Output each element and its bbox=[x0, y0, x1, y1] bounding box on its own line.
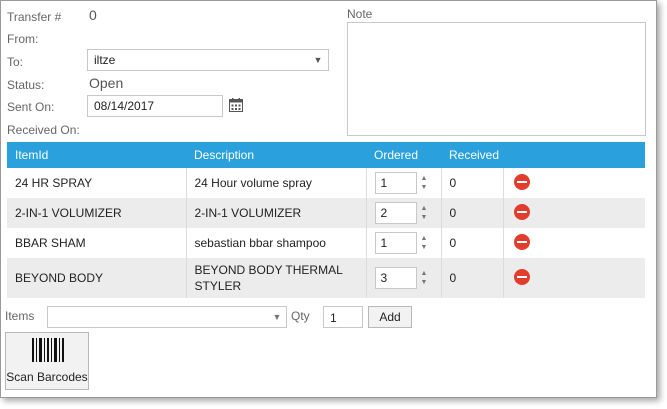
cell-actions bbox=[503, 228, 645, 258]
calendar-icon[interactable] bbox=[229, 98, 243, 112]
add-button[interactable]: Add bbox=[368, 306, 412, 328]
transfer-dialog: Transfer # 0 From: To: iltze ▼ Status: O… bbox=[0, 0, 657, 398]
cell-item-id: 2-IN-1 VOLUMIZER bbox=[7, 198, 187, 228]
table-row: 2-IN-1 VOLUMIZER 2-IN-1 VOLUMIZER 2 ▲ ▼ 0 bbox=[7, 198, 645, 228]
transfer-number-label: Transfer # bbox=[7, 10, 62, 24]
cell-received: 0 bbox=[441, 258, 504, 298]
table-row: BBAR SHAM sebastian bbar shampoo 1 ▲ ▼ 0 bbox=[7, 228, 645, 258]
spinner-arrows-icon[interactable]: ▲ ▼ bbox=[421, 269, 428, 287]
cell-received: 0 bbox=[441, 198, 504, 228]
qty-input-value: 1 bbox=[330, 311, 337, 325]
cell-description: BEYOND BODY THERMAL STYLER bbox=[186, 258, 367, 298]
status-label: Status: bbox=[7, 78, 45, 92]
chevron-down-icon[interactable]: ▼ bbox=[268, 307, 286, 327]
items-label: Items bbox=[5, 309, 35, 323]
table-row: 24 HR SPRAY 24 Hour volume spray 1 ▲ ▼ 0 bbox=[7, 168, 645, 198]
remove-circle-icon[interactable] bbox=[513, 203, 530, 220]
chevron-down-icon[interactable]: ▼ bbox=[308, 50, 328, 70]
cell-actions bbox=[503, 258, 645, 298]
ordered-input[interactable]: 1 bbox=[374, 172, 417, 194]
spinner-arrows-icon[interactable]: ▲ ▼ bbox=[421, 204, 428, 222]
remove-circle-icon[interactable] bbox=[513, 268, 530, 285]
cell-ordered: 1 ▲ ▼ bbox=[366, 168, 442, 198]
cell-received: 0 bbox=[441, 168, 504, 198]
to-select-value: iltze bbox=[94, 53, 116, 67]
ordered-stepper[interactable]: 3 ▲ ▼ bbox=[374, 267, 428, 289]
qty-label: Qty bbox=[291, 309, 310, 323]
barcode-icon bbox=[32, 338, 64, 362]
sent-on-label: Sent On: bbox=[7, 100, 55, 114]
note-label: Note bbox=[347, 7, 373, 21]
ordered-stepper[interactable]: 1 ▲ ▼ bbox=[374, 232, 428, 254]
spinner-arrows-icon[interactable]: ▲ ▼ bbox=[421, 174, 428, 192]
ordered-input[interactable]: 2 bbox=[374, 202, 417, 224]
note-textarea[interactable] bbox=[347, 22, 646, 136]
column-header-description[interactable]: Description bbox=[186, 142, 366, 168]
cell-actions bbox=[503, 198, 645, 228]
cell-item-id: BBAR SHAM bbox=[7, 228, 187, 258]
sent-on-date-input[interactable]: 08/14/2017 bbox=[87, 95, 223, 117]
cell-ordered: 3 ▲ ▼ bbox=[366, 258, 442, 298]
cell-description: 2-IN-1 VOLUMIZER bbox=[186, 198, 367, 228]
remove-circle-icon[interactable] bbox=[513, 173, 530, 190]
qty-input[interactable]: 1 bbox=[323, 306, 363, 328]
ordered-stepper[interactable]: 2 ▲ ▼ bbox=[374, 202, 428, 224]
to-label: To: bbox=[7, 55, 24, 69]
from-label: From: bbox=[7, 32, 39, 46]
cell-received: 0 bbox=[441, 228, 504, 258]
column-header-itemid[interactable]: ItemId bbox=[7, 142, 186, 168]
remove-circle-icon[interactable] bbox=[513, 233, 530, 250]
to-select[interactable]: iltze ▼ bbox=[87, 49, 329, 71]
received-on-label: Received On: bbox=[7, 123, 80, 137]
spinner-arrows-icon[interactable]: ▲ ▼ bbox=[421, 234, 428, 252]
grid-header-row: ItemId Description Ordered Received bbox=[7, 142, 645, 168]
items-select[interactable]: ▼ bbox=[47, 306, 287, 328]
column-header-ordered[interactable]: Ordered bbox=[366, 142, 441, 168]
cell-ordered: 1 ▲ ▼ bbox=[366, 228, 442, 258]
column-header-received[interactable]: Received bbox=[441, 142, 503, 168]
column-header-actions bbox=[503, 142, 645, 168]
cell-ordered: 2 ▲ ▼ bbox=[366, 198, 442, 228]
sent-on-date-value: 08/14/2017 bbox=[94, 99, 155, 113]
ordered-stepper[interactable]: 1 ▲ ▼ bbox=[374, 172, 428, 194]
cell-actions bbox=[503, 168, 645, 198]
cell-item-id: BEYOND BODY bbox=[7, 258, 187, 298]
cell-item-id: 24 HR SPRAY bbox=[7, 168, 187, 198]
transfer-number-value: 0 bbox=[89, 7, 97, 23]
items-grid: ItemId Description Ordered Received 24 H… bbox=[7, 142, 645, 298]
scan-barcodes-label: Scan Barcodes bbox=[6, 370, 88, 384]
ordered-input[interactable]: 1 bbox=[374, 232, 417, 254]
ordered-input[interactable]: 3 bbox=[374, 267, 417, 289]
table-row: BEYOND BODY BEYOND BODY THERMAL STYLER 3… bbox=[7, 258, 645, 298]
cell-description: 24 Hour volume spray bbox=[186, 168, 367, 198]
cell-description: sebastian bbar shampoo bbox=[186, 228, 367, 258]
status-value: Open bbox=[89, 75, 124, 91]
scan-barcodes-button[interactable]: Scan Barcodes bbox=[5, 332, 89, 390]
